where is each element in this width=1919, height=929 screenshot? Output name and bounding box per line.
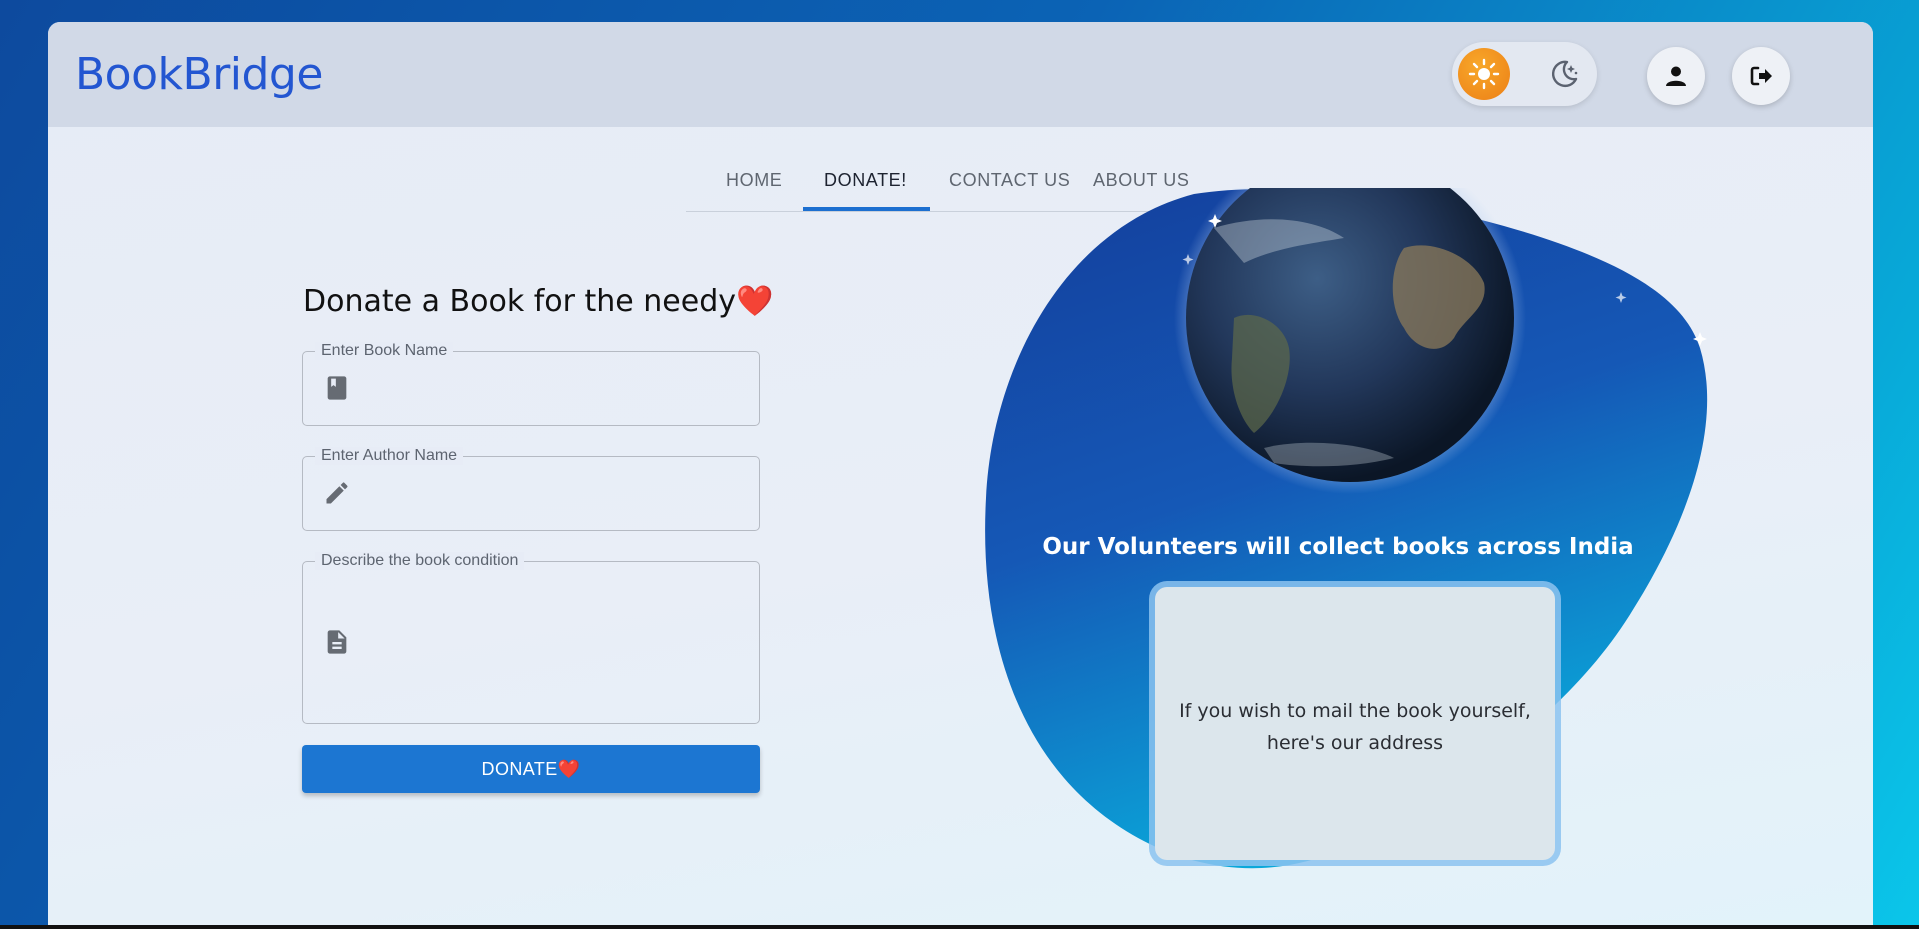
hero-caption: Our Volunteers will collect books across… (1042, 534, 1634, 560)
moon-stars-icon (1552, 60, 1578, 88)
pencil-icon (326, 482, 348, 504)
header: BookBridge (48, 22, 1873, 127)
book-condition-field[interactable]: Describe the book condition (302, 552, 760, 724)
author-name-input[interactable] (363, 457, 749, 530)
tab-home[interactable]: HOME (726, 170, 782, 191)
form-title-text: Donate a Book for the needy (303, 284, 737, 319)
app-logo[interactable]: BookBridge (75, 49, 323, 100)
bottom-edge (0, 925, 1919, 929)
donate-button-label: DONATE (481, 758, 558, 779)
address-card-text: If you wish to mail the book yourself, h… (1179, 700, 1531, 754)
book-name-field[interactable]: Enter Book Name (302, 342, 760, 426)
app-window: BookBridge HOME DONATE! CONTACT US ABOUT… (48, 22, 1873, 929)
theme-toggle[interactable] (1452, 42, 1597, 106)
dark-mode-button[interactable] (1540, 50, 1588, 98)
book-condition-input[interactable] (363, 562, 749, 723)
address-card: If you wish to mail the book yourself, h… (1155, 587, 1555, 860)
tab-donate[interactable]: DONATE! (824, 170, 907, 191)
heart-emoji: ❤️ (736, 284, 774, 319)
book-icon (327, 376, 347, 400)
author-name-field[interactable]: Enter Author Name (302, 447, 760, 531)
user-icon (1666, 66, 1686, 86)
logout-button[interactable] (1732, 47, 1790, 105)
donate-heart-emoji: ❤️ (557, 758, 581, 779)
donate-button[interactable]: DONATE❤️ (302, 745, 760, 793)
light-mode-button[interactable] (1458, 48, 1510, 100)
document-icon (327, 630, 347, 654)
sun-icon (1468, 58, 1500, 90)
book-name-input[interactable] (363, 352, 749, 425)
active-tab-indicator (803, 207, 930, 211)
form-title: Donate a Book for the needy❤️ (303, 284, 773, 319)
logout-icon (1750, 66, 1772, 86)
profile-button[interactable] (1647, 47, 1705, 105)
